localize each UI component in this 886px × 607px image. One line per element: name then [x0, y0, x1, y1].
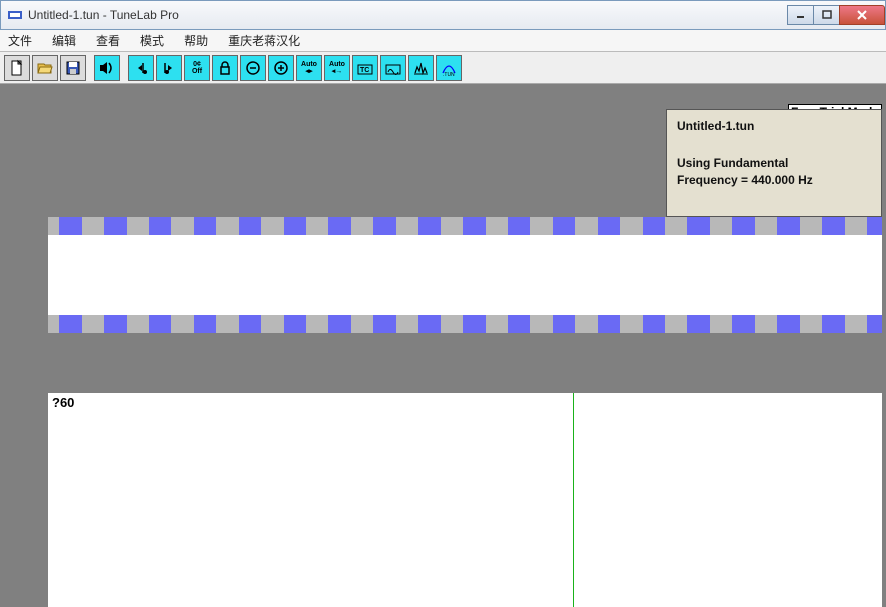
menu-bar: 文件 编辑 查看 模式 帮助 重庆老蒋汉化 — [0, 30, 886, 52]
pattern-button[interactable] — [380, 55, 406, 81]
menu-edit[interactable]: 编辑 — [52, 32, 76, 49]
menu-view[interactable]: 查看 — [96, 32, 120, 49]
maximize-button[interactable] — [813, 5, 840, 25]
offset-button[interactable]: 0¢Off — [184, 55, 210, 81]
open-button[interactable] — [32, 55, 58, 81]
zoom-in-button[interactable] — [268, 55, 294, 81]
spectrum-strip[interactable] — [48, 217, 882, 333]
menu-mode[interactable]: 模式 — [140, 32, 164, 49]
app-icon — [7, 7, 23, 23]
save-button[interactable] — [60, 55, 86, 81]
window-controls — [788, 5, 885, 25]
strip-bar-bottom — [48, 315, 882, 333]
info-frequency: Frequency = 440.000 Hz — [677, 172, 871, 189]
toolbar: 0¢Off Auto◂▸ Auto◂→ TC .TUN — [0, 52, 886, 84]
new-button[interactable] — [4, 55, 30, 81]
lower-marker: ?60 — [52, 395, 74, 410]
strip-bar-top — [48, 217, 882, 235]
svg-text:TC: TC — [360, 67, 369, 74]
save-tun-button[interactable]: .TUN — [436, 55, 462, 81]
spectrum-button[interactable] — [408, 55, 434, 81]
minimize-button[interactable] — [787, 5, 814, 25]
auto-left-button[interactable]: Auto◂▸ — [296, 55, 322, 81]
menu-file[interactable]: 文件 — [8, 32, 32, 49]
lock-button[interactable] — [212, 55, 238, 81]
note-prev-button[interactable] — [128, 55, 154, 81]
menu-credit[interactable]: 重庆老蒋汉化 — [228, 32, 300, 49]
tuning-curve-button[interactable]: TC — [352, 55, 378, 81]
title-bar: Untitled-1.tun - TuneLab Pro — [0, 0, 886, 30]
info-box: Untitled-1.tun Using Fundamental Frequen… — [666, 109, 882, 217]
note-next-button[interactable] — [156, 55, 182, 81]
svg-text:.TUN: .TUN — [443, 72, 455, 77]
close-button[interactable] — [839, 5, 885, 25]
main-area: Free Trial Mode Untitled-1.tun Using Fun… — [0, 84, 886, 607]
info-file: Untitled-1.tun — [677, 118, 871, 135]
center-line — [573, 393, 574, 607]
speaker-button[interactable] — [94, 55, 120, 81]
zoom-out-button[interactable] — [240, 55, 266, 81]
lower-pane[interactable]: ?60 — [48, 393, 882, 607]
auto-right-button[interactable]: Auto◂→ — [324, 55, 350, 81]
menu-help[interactable]: 帮助 — [184, 32, 208, 49]
info-fundamental: Using Fundamental — [677, 155, 871, 172]
window-title: Untitled-1.tun - TuneLab Pro — [28, 8, 788, 22]
